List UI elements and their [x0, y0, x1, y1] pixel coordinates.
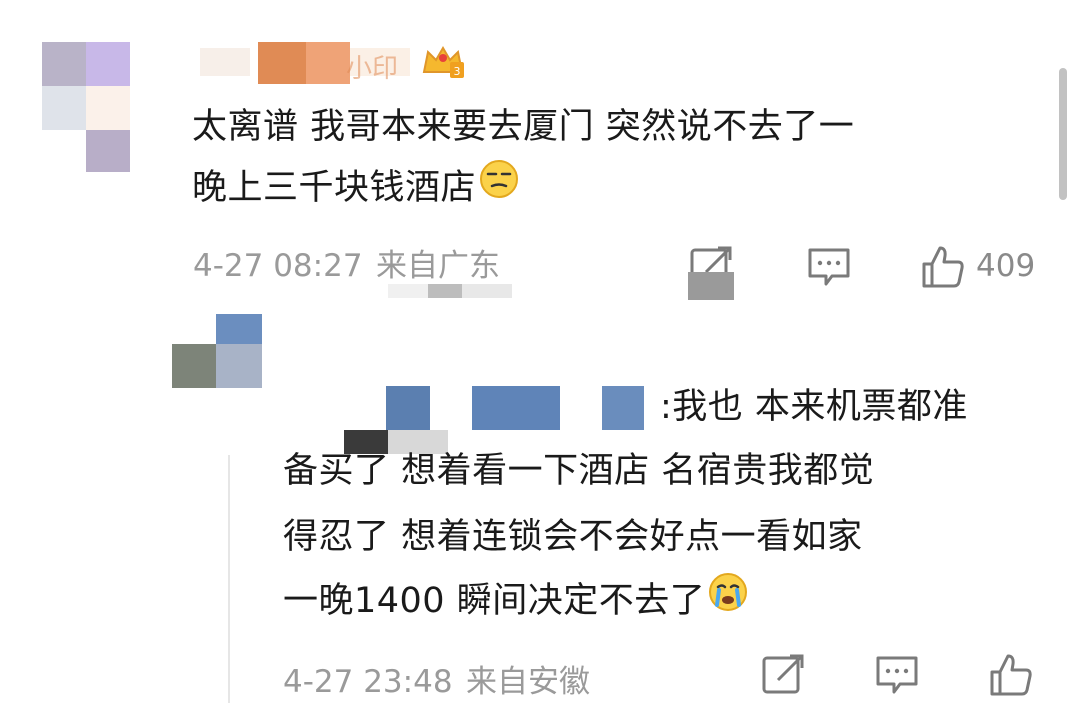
like-count: 409: [976, 248, 1036, 284]
svg-text:3: 3: [454, 65, 461, 78]
crown-badge-icon: 3: [420, 44, 466, 80]
reply-thread-line: [228, 455, 230, 703]
like-button[interactable]: 409: [918, 242, 1035, 290]
reply-share-button[interactable]: [760, 652, 806, 698]
reply-avatar[interactable]: [172, 314, 262, 388]
thumbs-up-icon: [918, 242, 966, 290]
reply-text-line-4: 一晚1400 瞬间决定不去了: [283, 570, 749, 634]
reply-text-line-4-content: 一晚1400 瞬间决定不去了: [283, 581, 706, 621]
reply-comment-button[interactable]: [874, 652, 920, 698]
comment-reply-button[interactable]: [806, 244, 852, 290]
blurred-area: [388, 284, 518, 304]
comment-text-line-2: 晚上三千块钱酒店: [192, 157, 520, 221]
comment-time: 4-27 08:27: [193, 248, 363, 284]
crying-emoji-icon: [707, 571, 749, 634]
reply-like-button[interactable]: [986, 650, 1034, 698]
comment-text-line-2-content: 晚上三千块钱酒店: [192, 168, 477, 208]
reply-time: 4-27 23:48: [283, 664, 453, 700]
reply-location: 来自安徽: [466, 664, 590, 700]
comment-text-line-1: 太离谱 我哥本来要去厦门 突然说不去了一: [192, 107, 855, 147]
reply-text-line-3: 得忍了 想着连锁会不会好点一看如家: [283, 517, 863, 557]
username-visible-fragment: 小印: [346, 54, 399, 84]
reply-text-line-1: :我也 本来机票都准: [660, 387, 968, 427]
avatar[interactable]: [42, 42, 130, 172]
thumbs-up-icon: [986, 650, 1034, 698]
reply-text-line-2: 备买了 想着看一下酒店 名宿贵我都觉: [283, 451, 875, 491]
blurred-area: [688, 272, 734, 300]
smirk-emoji-icon: [478, 158, 520, 221]
comment-location: 来自广东: [376, 248, 500, 284]
comment-icon: [874, 652, 920, 698]
share-icon: [760, 652, 806, 698]
scrollbar-thumb[interactable]: [1059, 68, 1067, 200]
comment-icon: [806, 244, 852, 290]
